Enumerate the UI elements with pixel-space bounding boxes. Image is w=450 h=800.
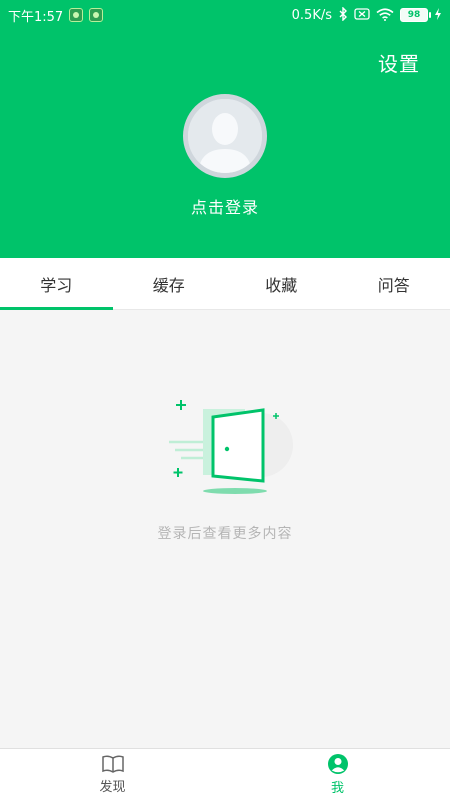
default-avatar-icon [188, 99, 262, 173]
app-badge-icon [69, 8, 84, 22]
book-icon [101, 754, 125, 774]
login-link[interactable]: 点击登录 [0, 194, 450, 218]
door-login-icon [165, 397, 295, 502]
tab-qa[interactable]: 问答 [338, 258, 450, 309]
user-icon [327, 753, 349, 775]
battery-level: 98 [407, 10, 421, 20]
settings-button[interactable]: 设置 [378, 48, 420, 77]
avatar[interactable] [183, 94, 267, 178]
tab-cache[interactable]: 缓存 [113, 258, 226, 309]
profile-tabs: 学习 缓存 收藏 问答 [0, 258, 450, 310]
status-left: 下午1:57 [8, 6, 104, 25]
nav-discover[interactable]: 发现 [0, 749, 225, 800]
tab-favorites[interactable]: 收藏 [225, 258, 338, 309]
bottom-nav: 发现 我 [0, 748, 450, 800]
charging-icon [434, 8, 442, 22]
status-bar: 下午1:57 0.5K/s 98 [0, 0, 450, 30]
nav-discover-label: 发现 [99, 780, 126, 795]
network-speed: 0.5K/s [291, 7, 332, 23]
sim-off-icon [354, 8, 370, 22]
bluetooth-icon [338, 6, 348, 23]
empty-state: 登录后查看更多内容 [0, 311, 450, 748]
status-time: 下午1:57 [8, 9, 64, 25]
tab-study[interactable]: 学习 [0, 258, 113, 310]
empty-message: 登录后查看更多内容 [157, 526, 293, 542]
battery-icon: 98 [400, 8, 431, 22]
app-badge-icon [89, 8, 104, 22]
profile-header: 设置 点击登录 [0, 30, 450, 258]
nav-me-label: 我 [330, 781, 344, 796]
nav-me[interactable]: 我 [225, 749, 450, 800]
wifi-icon [376, 7, 394, 23]
status-right: 0.5K/s 98 [291, 6, 442, 23]
